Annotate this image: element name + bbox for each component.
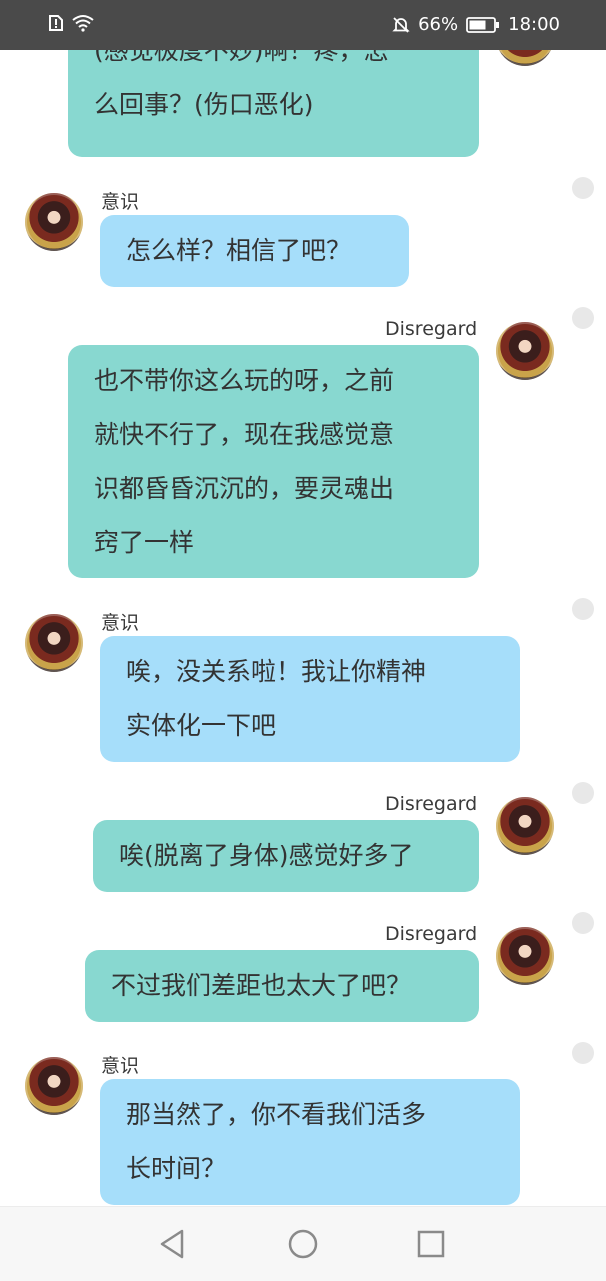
avatar-disregard[interactable] xyxy=(496,322,554,380)
message-line: 识都昏昏沉沉的，要灵魂出 xyxy=(94,474,395,503)
status-dot xyxy=(572,307,594,329)
avatar-yishi[interactable] xyxy=(25,1057,83,1115)
avatar-disregard[interactable] xyxy=(496,50,554,66)
message-bubble-them[interactable]: 唉，没关系啦！我让你精神 实体化一下吧 xyxy=(100,636,520,762)
back-icon[interactable] xyxy=(156,1227,190,1261)
status-dot xyxy=(572,177,594,199)
sender-name: Disregard xyxy=(385,923,478,945)
message-bubble-them[interactable]: 怎么样？相信了吧？ xyxy=(100,215,409,287)
message-line: 也不带你这么玩的呀，之前 xyxy=(94,366,395,395)
sender-name: 意识 xyxy=(101,612,140,634)
status-bar: 66% 18:00 xyxy=(0,0,606,50)
message-line: (感觉极度不妙)啊！疼，怎 xyxy=(94,50,389,65)
message-line: 实体化一下吧 xyxy=(126,711,277,740)
navigation-bar xyxy=(0,1206,606,1281)
sender-name: Disregard xyxy=(385,793,478,815)
message-line: 就快不行了，现在我感觉意 xyxy=(94,420,395,449)
battery-percent: 66% xyxy=(418,14,459,35)
status-left xyxy=(48,14,94,32)
message-bubble-me[interactable]: 唉(脱离了身体)感觉好多了 xyxy=(93,820,479,892)
message-line: 怎么样？相信了吧？ xyxy=(126,236,352,265)
mute-icon xyxy=(392,16,410,33)
avatar-disregard[interactable] xyxy=(496,927,554,985)
sender-name: Disregard xyxy=(385,318,478,340)
sim-alert-icon xyxy=(49,15,63,31)
message-line: 唉(脱离了身体)感觉好多了 xyxy=(119,841,414,870)
home-icon[interactable] xyxy=(286,1227,320,1261)
sender-name: 意识 xyxy=(101,191,140,213)
status-dot xyxy=(572,782,594,804)
battery-icon xyxy=(466,16,500,33)
avatar-yishi[interactable] xyxy=(25,614,83,672)
sender-name: 意识 xyxy=(101,1055,140,1077)
status-right: 66% 18:00 xyxy=(392,14,560,35)
recents-icon[interactable] xyxy=(414,1227,448,1261)
message-bubble-me[interactable]: 不过我们差距也太大了吧？ xyxy=(85,950,479,1022)
message-line: 不过我们差距也太大了吧？ xyxy=(111,971,412,1000)
status-dot xyxy=(572,912,594,934)
message-line: 窍了一样 xyxy=(94,528,195,557)
avatar-yishi[interactable] xyxy=(25,193,83,251)
message-bubble-me[interactable]: (感觉极度不妙)啊！疼，怎 么回事？(伤口恶化) xyxy=(68,50,479,157)
avatar-disregard[interactable] xyxy=(496,797,554,855)
status-dot xyxy=(572,598,594,620)
message-bubble-me[interactable]: 也不带你这么玩的呀，之前 就快不行了，现在我感觉意 识都昏昏沉沉的，要灵魂出 窍… xyxy=(68,345,479,578)
message-line: 么回事？(伤口恶化) xyxy=(94,90,314,119)
message-line: 唉，没关系啦！我让你精神 xyxy=(126,657,427,686)
message-line: 那当然了，你不看我们活多 xyxy=(126,1100,427,1129)
wifi-icon xyxy=(72,15,94,32)
chat-area[interactable]: (感觉极度不妙)啊！疼，怎 么回事？(伤口恶化) 意识 怎么样？相信了吧？ Di… xyxy=(0,50,606,1206)
message-bubble-them[interactable]: 那当然了，你不看我们活多 长时间？ xyxy=(100,1079,520,1205)
status-dot xyxy=(572,1042,594,1064)
message-line: 长时间？ xyxy=(126,1154,227,1183)
clock: 18:00 xyxy=(508,14,560,35)
